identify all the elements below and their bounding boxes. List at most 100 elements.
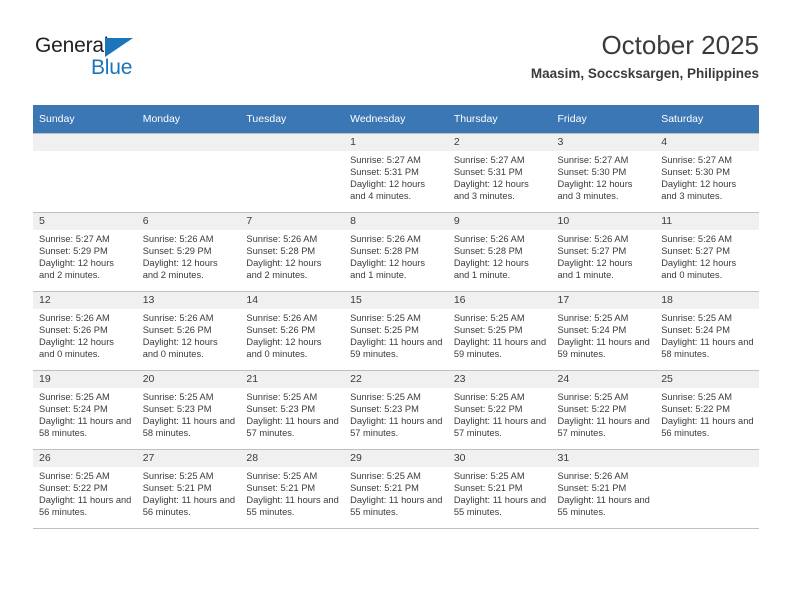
weekday-header-tuesday: Tuesday (240, 105, 345, 134)
day-cell-inner: 30 Sunrise: 5:25 AM Sunset: 5:21 PM Dayligh… (447, 450, 552, 528)
day-details: Sunrise: 5:26 AM Sunset: 5:28 PM Daylight:… (240, 230, 344, 281)
calendar-day-cell[interactable]: 14 Sunrise: 5:26 AM Sunset: 5:26 PM Dayligh… (240, 291, 345, 371)
calendar-day-cell[interactable]: 10 Sunrise: 5:26 AM Sunset: 5:27 PM Dayligh… (551, 212, 656, 292)
day-number (240, 134, 345, 151)
day-cell-inner: 23 Sunrise: 5:25 AM Sunset: 5:22 PM Dayligh… (447, 371, 552, 449)
day-details: Sunrise: 5:26 AM Sunset: 5:28 PM Daylight:… (448, 230, 552, 281)
daylight-text: Daylight: 12 hours and 2 minutes. (142, 258, 218, 281)
daylight-text: Daylight: 12 hours and 0 minutes. (246, 337, 322, 360)
calendar-day-cell-empty (136, 133, 241, 213)
sunset-text: Sunset: 5:21 PM (350, 483, 419, 494)
calendar-day-cell[interactable]: 28 Sunrise: 5:25 AM Sunset: 5:21 PM Dayligh… (240, 449, 345, 529)
sunset-text: Sunset: 5:21 PM (142, 483, 212, 494)
calendar-day-cell[interactable]: 13 Sunrise: 5:26 AM Sunset: 5:26 PM Dayligh… (136, 291, 241, 371)
day-number: 6 (136, 213, 241, 230)
calendar-day-cell[interactable]: 17 Sunrise: 5:25 AM Sunset: 5:24 PM Dayligh… (551, 291, 656, 371)
calendar-week-row: 26 Sunrise: 5:25 AM Sunset: 5:22 PM Dayligh… (33, 449, 759, 529)
day-cell-inner: 21 Sunrise: 5:25 AM Sunset: 5:23 PM Dayligh… (240, 371, 345, 449)
day-details: Sunrise: 5:27 AM Sunset: 5:31 PM Daylight:… (344, 151, 448, 202)
day-cell-inner: 2 Sunrise: 5:27 AM Sunset: 5:31 PM Daylight… (447, 134, 552, 212)
calendar-day-cell[interactable]: 18 Sunrise: 5:25 AM Sunset: 5:24 PM Dayligh… (655, 291, 759, 371)
daylight-text: Daylight: 11 hours and 55 minutes. (246, 495, 339, 518)
day-number: 22 (344, 371, 448, 388)
day-details: Sunrise: 5:26 AM Sunset: 5:28 PM Daylight:… (344, 230, 448, 281)
calendar-day-cell[interactable]: 19 Sunrise: 5:25 AM Sunset: 5:24 PM Dayligh… (33, 370, 137, 450)
day-details: Sunrise: 5:25 AM Sunset: 5:23 PM Daylight:… (137, 388, 241, 439)
calendar-week-row: 12 Sunrise: 5:26 AM Sunset: 5:26 PM Dayligh… (33, 291, 759, 371)
calendar-grid: Sunday Monday Tuesday Wednesday Thursday… (33, 105, 759, 529)
calendar-day-cell[interactable]: 4 Sunrise: 5:27 AM Sunset: 5:30 PM Daylight… (655, 133, 759, 213)
calendar-day-cell[interactable]: 3 Sunrise: 5:27 AM Sunset: 5:30 PM Daylight… (551, 133, 656, 213)
calendar-day-cell[interactable]: 8 Sunrise: 5:26 AM Sunset: 5:28 PM Daylight… (344, 212, 448, 292)
day-number (136, 134, 241, 151)
day-cell-inner: 19 Sunrise: 5:25 AM Sunset: 5:24 PM Dayligh… (33, 371, 137, 449)
calendar-day-cell[interactable]: 27 Sunrise: 5:25 AM Sunset: 5:21 PM Dayligh… (136, 449, 241, 529)
sunset-text: Sunset: 5:30 PM (557, 167, 627, 178)
sunrise-text: Sunrise: 5:25 AM (39, 471, 110, 481)
day-details: Sunrise: 5:25 AM Sunset: 5:24 PM Daylight:… (33, 388, 137, 439)
calendar-day-cell[interactable]: 25 Sunrise: 5:25 AM Sunset: 5:22 PM Dayligh… (655, 370, 759, 450)
sunset-text: Sunset: 5:23 PM (350, 404, 419, 415)
calendar-day-cell[interactable]: 11 Sunrise: 5:26 AM Sunset: 5:27 PM Dayligh… (655, 212, 759, 292)
calendar-day-cell[interactable]: 31 Sunrise: 5:26 AM Sunset: 5:21 PM Dayligh… (551, 449, 656, 529)
day-cell-inner: 29 Sunrise: 5:25 AM Sunset: 5:21 PM Dayligh… (344, 450, 448, 528)
sunset-text: Sunset: 5:26 PM (142, 325, 212, 336)
daylight-text: Daylight: 12 hours and 3 minutes. (661, 179, 737, 202)
calendar-day-cell[interactable]: 21 Sunrise: 5:25 AM Sunset: 5:23 PM Dayligh… (240, 370, 345, 450)
daylight-text: Daylight: 12 hours and 3 minutes. (453, 179, 529, 202)
calendar-day-cell[interactable]: 20 Sunrise: 5:25 AM Sunset: 5:23 PM Dayligh… (136, 370, 241, 450)
daylight-text: Daylight: 12 hours and 1 minute. (350, 258, 426, 281)
calendar-day-cell[interactable]: 30 Sunrise: 5:25 AM Sunset: 5:21 PM Dayligh… (447, 449, 552, 529)
day-number: 26 (33, 450, 137, 467)
daylight-text: Daylight: 11 hours and 58 minutes. (661, 337, 754, 360)
sunset-text: Sunset: 5:29 PM (142, 246, 212, 257)
day-cell-inner: 27 Sunrise: 5:25 AM Sunset: 5:21 PM Dayligh… (136, 450, 241, 528)
calendar-day-cell[interactable]: 15 Sunrise: 5:25 AM Sunset: 5:25 PM Dayligh… (344, 291, 448, 371)
daylight-text: Daylight: 11 hours and 59 minutes. (557, 337, 650, 360)
calendar-day-cell[interactable]: 22 Sunrise: 5:25 AM Sunset: 5:23 PM Dayligh… (344, 370, 448, 450)
daylight-text: Daylight: 12 hours and 1 minute. (557, 258, 633, 281)
calendar-day-cell[interactable]: 12 Sunrise: 5:26 AM Sunset: 5:26 PM Dayligh… (33, 291, 137, 371)
day-number: 25 (655, 371, 759, 388)
day-details: Sunrise: 5:26 AM Sunset: 5:26 PM Daylight:… (137, 309, 241, 360)
logo-text-blue: Blue (91, 56, 133, 79)
sunset-text: Sunset: 5:31 PM (453, 167, 523, 178)
calendar-day-cell[interactable]: 6 Sunrise: 5:26 AM Sunset: 5:29 PM Daylight… (136, 212, 241, 292)
day-details: Sunrise: 5:25 AM Sunset: 5:25 PM Daylight:… (344, 309, 448, 360)
calendar-day-cell[interactable]: 9 Sunrise: 5:26 AM Sunset: 5:28 PM Daylight… (447, 212, 552, 292)
day-number: 30 (447, 450, 552, 467)
sunrise-text: Sunrise: 5:26 AM (557, 471, 629, 481)
calendar-day-cell[interactable]: 24 Sunrise: 5:25 AM Sunset: 5:22 PM Dayligh… (551, 370, 656, 450)
day-details: Sunrise: 5:25 AM Sunset: 5:22 PM Daylight:… (552, 388, 656, 439)
daylight-text: Daylight: 11 hours and 58 minutes. (39, 416, 132, 439)
day-cell-inner: 12 Sunrise: 5:26 AM Sunset: 5:26 PM Dayligh… (33, 292, 137, 370)
weekday-header-monday: Monday (136, 105, 241, 134)
daylight-text: Daylight: 11 hours and 57 minutes. (246, 416, 339, 439)
calendar-day-cell[interactable]: 26 Sunrise: 5:25 AM Sunset: 5:22 PM Dayligh… (33, 449, 137, 529)
daylight-text: Daylight: 11 hours and 58 minutes. (142, 416, 236, 439)
day-number: 9 (447, 213, 552, 230)
weekday-header-wednesday: Wednesday (344, 105, 448, 134)
sunset-text: Sunset: 5:21 PM (246, 483, 316, 494)
calendar-day-cell[interactable]: 2 Sunrise: 5:27 AM Sunset: 5:31 PM Daylight… (447, 133, 552, 213)
calendar-day-cell[interactable]: 1 Sunrise: 5:27 AM Sunset: 5:31 PM Daylight… (344, 133, 448, 213)
day-details: Sunrise: 5:25 AM Sunset: 5:25 PM Daylight:… (448, 309, 552, 360)
generalblue-logo[interactable]: General Blue (33, 34, 223, 90)
calendar-day-cell[interactable]: 29 Sunrise: 5:25 AM Sunset: 5:21 PM Dayligh… (344, 449, 448, 529)
day-cell-inner: 8 Sunrise: 5:26 AM Sunset: 5:28 PM Daylight… (344, 213, 448, 291)
daylight-text: Daylight: 11 hours and 56 minutes. (39, 495, 132, 518)
calendar-day-cell[interactable]: 23 Sunrise: 5:25 AM Sunset: 5:22 PM Dayligh… (447, 370, 552, 450)
sunset-text: Sunset: 5:22 PM (557, 404, 627, 415)
calendar-day-cell[interactable]: 5 Sunrise: 5:27 AM Sunset: 5:29 PM Daylight… (33, 212, 137, 292)
day-details: Sunrise: 5:27 AM Sunset: 5:31 PM Daylight:… (448, 151, 552, 202)
day-number: 2 (447, 134, 552, 151)
calendar-day-cell[interactable]: 7 Sunrise: 5:26 AM Sunset: 5:28 PM Daylight… (240, 212, 345, 292)
daylight-text: Daylight: 12 hours and 0 minutes. (142, 337, 218, 360)
day-details: Sunrise: 5:26 AM Sunset: 5:27 PM Daylight:… (655, 230, 759, 281)
calendar-day-cell[interactable]: 16 Sunrise: 5:25 AM Sunset: 5:25 PM Dayligh… (447, 291, 552, 371)
day-cell-inner: 22 Sunrise: 5:25 AM Sunset: 5:23 PM Dayligh… (344, 371, 448, 449)
day-number: 8 (344, 213, 448, 230)
day-details: Sunrise: 5:25 AM Sunset: 5:24 PM Daylight:… (552, 309, 656, 360)
triangle-icon (105, 38, 133, 57)
sunrise-text: Sunrise: 5:25 AM (350, 313, 421, 323)
